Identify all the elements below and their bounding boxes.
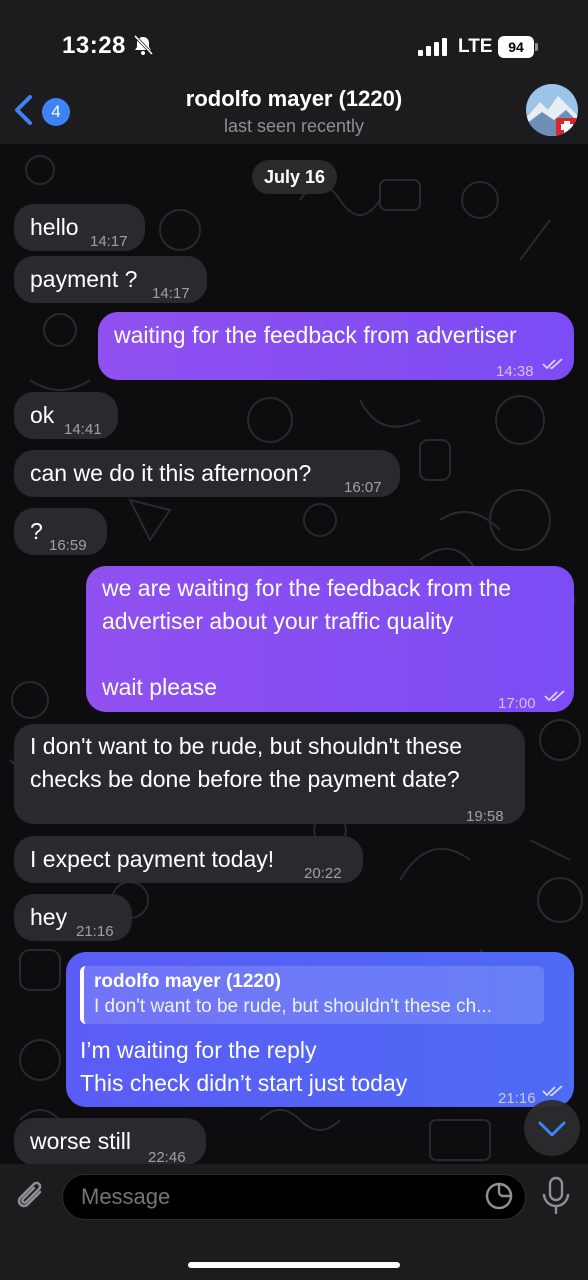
message-input[interactable] <box>62 1174 526 1220</box>
message-text: ok <box>30 402 55 428</box>
home-indicator <box>188 1262 400 1268</box>
message-time: 19:58 <box>466 808 504 825</box>
status-bar: 13:28 LTE 94 <box>0 0 588 72</box>
reply-snippet: I don't want to be rude, but shouldn't t… <box>94 996 493 1017</box>
double-check-icon <box>542 1085 563 1097</box>
chat-title[interactable]: rodolfo mayer (1220) <box>0 86 588 112</box>
message-text: can we do it this afternoon? <box>30 460 312 486</box>
signal-icon <box>418 38 447 56</box>
message-incoming[interactable]: ? 16:59 <box>14 508 107 555</box>
microphone-icon[interactable] <box>540 1176 572 1216</box>
message-incoming[interactable]: can we do it this afternoon? 16:07 <box>14 450 400 497</box>
battery-icon: 94 <box>498 36 538 58</box>
message-incoming[interactable]: worse still 22:46 <box>14 1118 206 1166</box>
message-time: 20:22 <box>304 865 342 882</box>
message-text: I expect payment today! <box>30 846 275 872</box>
message-time: 17:00 <box>498 695 536 712</box>
double-check-icon <box>544 690 565 702</box>
message-text: ? <box>30 518 43 544</box>
battery-tip <box>535 43 538 51</box>
paperclip-icon[interactable] <box>14 1178 48 1214</box>
message-incoming[interactable]: ok 14:41 <box>14 392 118 439</box>
message-outgoing[interactable]: we are waiting for the feedback from the… <box>86 566 574 712</box>
avatar-image <box>526 84 578 136</box>
bell-slash-icon <box>133 34 154 56</box>
message-incoming[interactable]: payment ? 14:17 <box>14 256 207 303</box>
message-composer <box>0 1164 588 1280</box>
message-text: worse still <box>30 1128 131 1154</box>
message-time: 16:59 <box>49 537 87 554</box>
message-text: payment ? <box>30 266 138 292</box>
message-incoming[interactable]: hello 14:17 <box>14 204 145 251</box>
message-incoming[interactable]: I don't want to be rude, but shouldn't t… <box>14 724 525 825</box>
message-incoming[interactable]: I expect payment today! 20:22 <box>14 836 363 883</box>
chat-header: 4 rodolfo mayer (1220) last seen recentl… <box>0 72 588 144</box>
chevron-down-icon <box>538 1121 566 1137</box>
sticker-icon[interactable] <box>484 1181 514 1211</box>
scroll-to-bottom-button[interactable] <box>524 1100 580 1156</box>
message-outgoing-reply[interactable]: rodolfo mayer (1220) I don't want to be … <box>66 952 574 1107</box>
message-incoming[interactable]: hey 21:16 <box>14 894 132 941</box>
date-separator: July 16 <box>252 160 338 194</box>
double-check-icon <box>542 358 563 370</box>
message-time: 14:41 <box>64 421 102 438</box>
reply-quote[interactable]: rodolfo mayer (1220) I don't want to be … <box>80 966 544 1024</box>
message-time: 21:16 <box>76 923 114 940</box>
message-text: hey <box>30 904 68 930</box>
chat-subtitle: last seen recently <box>223 116 365 136</box>
message-text: I don't want to be rude, but shouldn't t… <box>30 733 469 792</box>
message-text: hello <box>30 214 79 240</box>
message-time: 14:17 <box>90 233 128 250</box>
message-text: we are waiting for the feedback from the… <box>102 575 512 700</box>
message-outgoing[interactable]: waiting for the feedback from advertiser… <box>98 312 574 380</box>
message-time: 14:17 <box>152 285 190 302</box>
avatar[interactable] <box>526 84 578 136</box>
battery-level: 94 <box>498 36 534 58</box>
message-text: waiting for the feedback from advertiser <box>114 322 517 348</box>
status-time: 13:28 <box>62 32 126 59</box>
message-time: 14:38 <box>496 363 534 380</box>
message-time: 16:07 <box>344 479 382 496</box>
carrier-label: LTE <box>458 36 493 57</box>
reply-sender: rodolfo mayer (1220) <box>94 971 281 992</box>
message-text: I’m waiting for the reply This check did… <box>80 1037 408 1096</box>
